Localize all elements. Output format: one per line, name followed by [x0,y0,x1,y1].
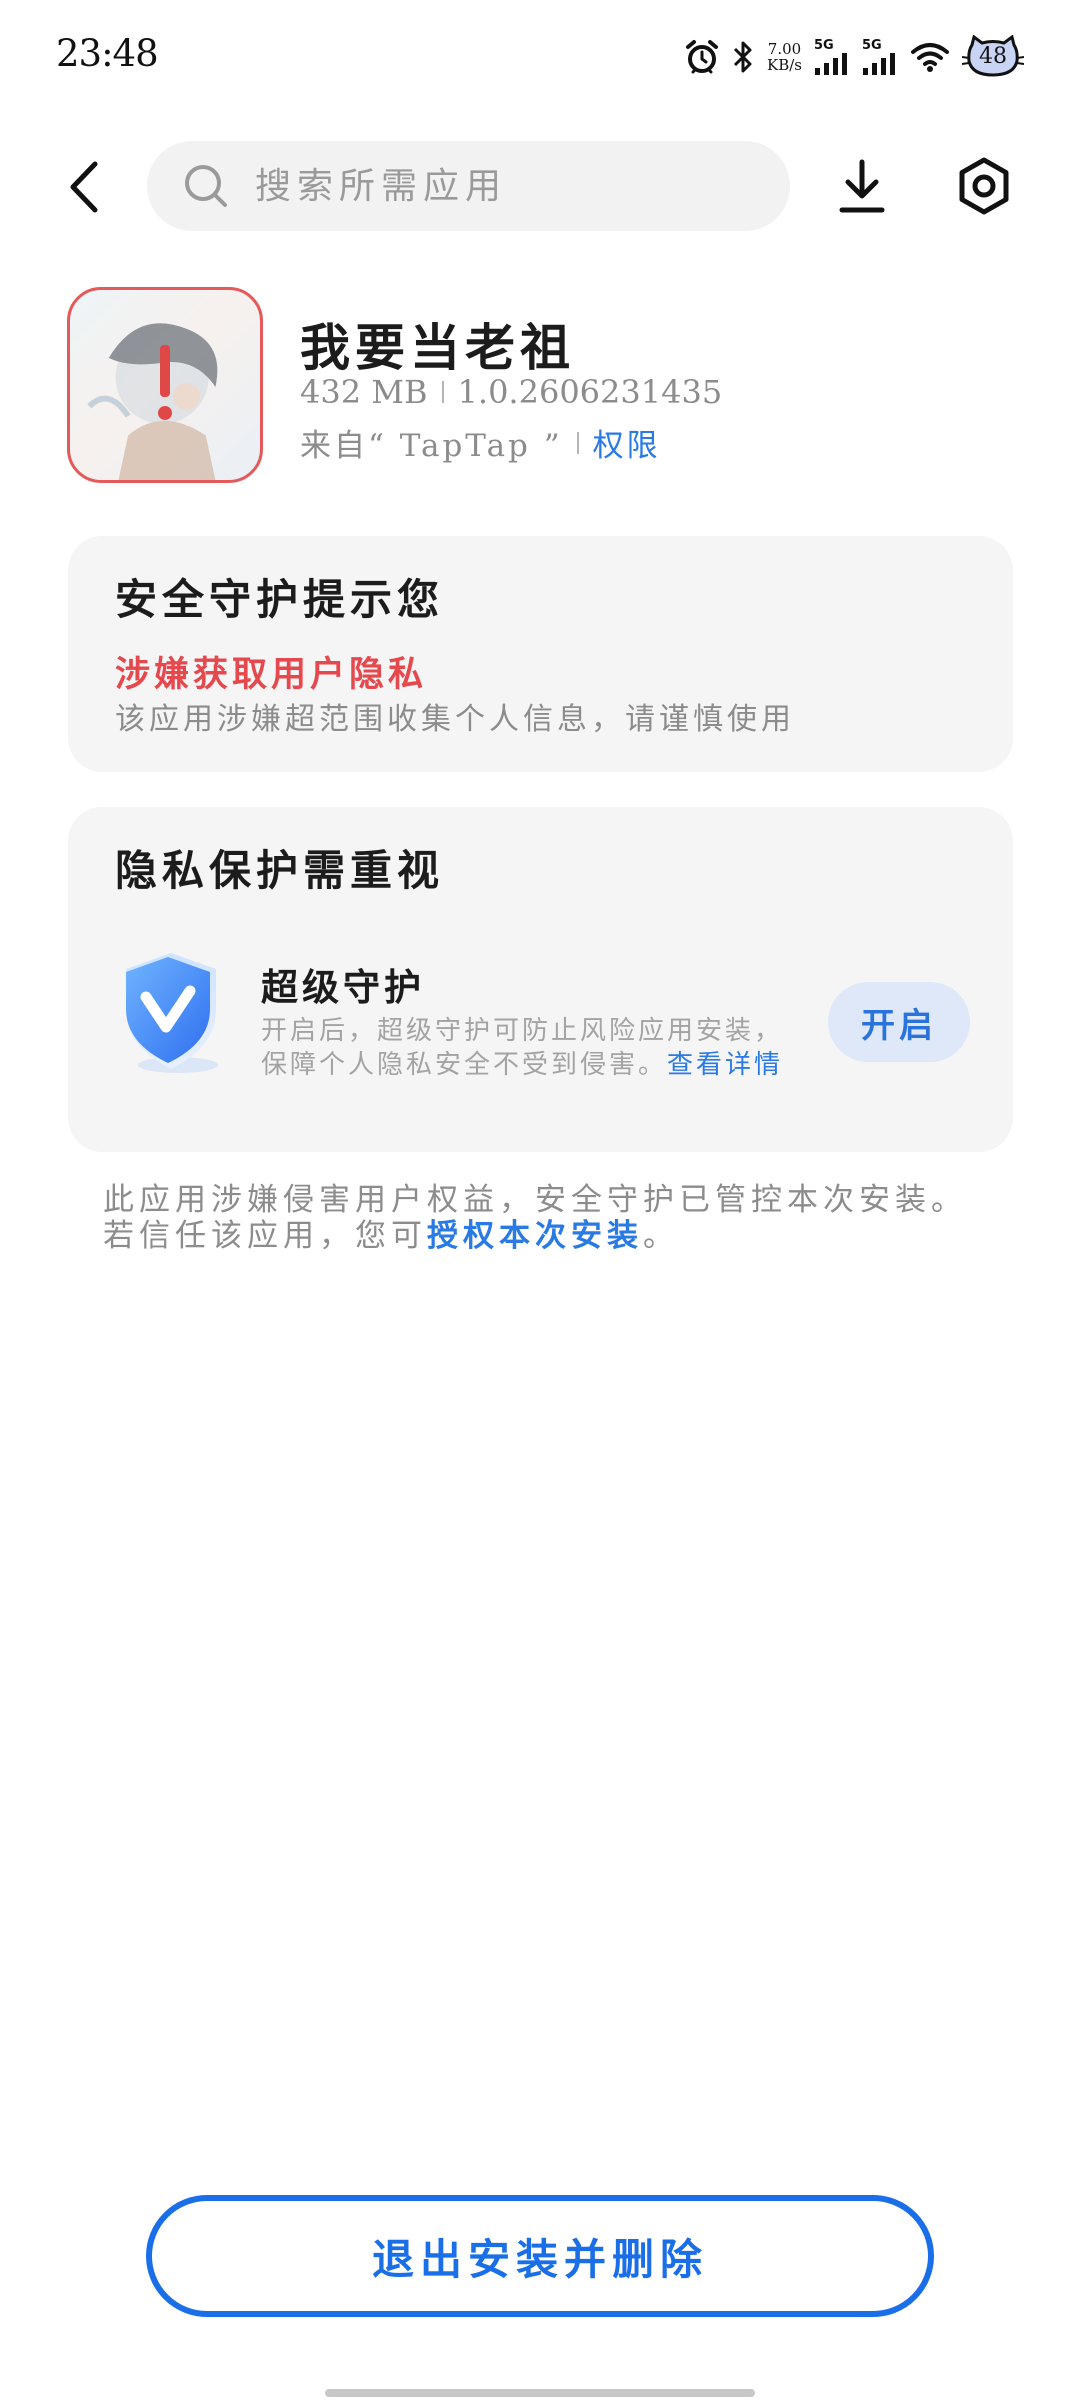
search-input[interactable] [253,164,737,208]
privacy-card-title: 隐私保护需重视 [115,846,445,895]
chevron-left-icon [70,161,98,213]
network-speed-unit: KB/s [767,56,802,74]
sim2-signal: 5G [862,39,898,76]
download-button[interactable] [834,156,890,216]
enable-super-guard-button[interactable]: 开启 [828,982,970,1062]
security-warning-card: 安全守护提示您 涉嫌获取用户隐私 该应用涉嫌超范围收集个人信息，请谨慎使用 [68,536,1013,772]
search-icon [183,163,229,209]
home-indicator[interactable] [325,2389,755,2397]
risk-title: 涉嫌获取用户隐私 [115,654,428,695]
super-guard-title: 超级守护 [261,965,425,1009]
bluetooth-icon [731,40,755,74]
download-icon [839,159,885,213]
signal-bars-icon [863,52,895,75]
authorize-install-link[interactable]: 授权本次安装 [427,1218,643,1254]
sim2-label: 5G [862,37,882,53]
super-guard-description: 开启后，超级守护可防止风险应用安装，保障个人隐私安全不受到侵害。查看详情 [261,1014,801,1082]
app-source-row: 来自“ TapTap ” 权限 [300,420,661,465]
gear-icon [959,157,1009,215]
app-source: 来自“ TapTap ” [300,428,563,464]
shield-icon [126,953,218,1073]
alarm-icon [685,39,719,75]
network-speed-value: 7.00 [767,40,802,58]
meta-divider [441,381,444,403]
install-notice: 此应用涉嫌侵害用户权益，安全守护已管控本次安装。若信任该应用，您可授权本次安装。 [103,1182,993,1254]
battery-level: 48 [979,44,1007,69]
install-guard-screen: 23:48 7.00 KB/s 5G 5G 48 搜索所需应用 我要当老祖 43… [0,0,1080,2400]
app-size: 432 MB [300,373,428,411]
view-details-link[interactable]: 查看详情 [667,1050,783,1080]
risk-description: 该应用涉嫌超范围收集个人信息，请谨慎使用 [115,702,795,737]
wifi-icon [910,41,950,73]
exit-and-delete-button[interactable]: 退出安装并删除 [146,2195,934,2317]
sim1-signal: 5G [814,39,850,76]
app-icon [67,287,263,483]
app-name: 我要当老祖 [300,318,575,377]
network-speed: 7.00 KB/s [767,41,802,73]
search-bar[interactable] [147,141,790,231]
app-meta: 432 MB 1.0.2606231435 [300,373,722,411]
alert-icon [70,290,260,480]
settings-button[interactable] [955,155,1013,217]
back-button[interactable] [58,156,110,218]
signal-bars-icon [815,52,847,75]
permissions-link[interactable]: 权限 [593,420,661,465]
status-time: 23:48 [56,32,159,75]
battery-indicator: 48 [962,35,1024,79]
privacy-protection-card: 隐私保护需重视 超级守护 开启后，超级守护可防止风险应用安装，保障个人隐私安全不… [68,807,1013,1152]
status-icons: 7.00 KB/s 5G 5G 48 [685,34,1024,80]
notice-suffix: 。 [643,1218,679,1254]
app-version: 1.0.2606231435 [457,373,723,411]
meta-divider [576,431,579,454]
security-card-title: 安全守护提示您 [115,575,445,624]
sim1-label: 5G [814,37,834,53]
status-bar: 23:48 7.00 KB/s 5G 5G 48 [0,0,1080,110]
